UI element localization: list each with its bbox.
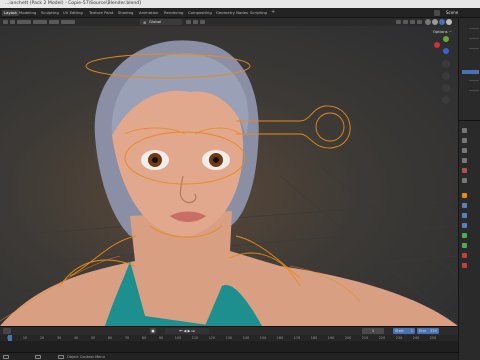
tab-scripting[interactable]: Scripting xyxy=(250,10,267,16)
scene-properties-icon[interactable] xyxy=(462,168,467,173)
tab-modeling[interactable]: Modeling xyxy=(19,10,36,16)
pivot-icon[interactable] xyxy=(186,20,191,24)
gizmo-x-axis-icon[interactable] xyxy=(434,42,440,48)
options-button[interactable]: Options ~ xyxy=(430,28,456,35)
tab-layout[interactable]: Layout xyxy=(2,10,19,16)
world-properties-icon[interactable] xyxy=(462,178,467,183)
solid-shading-icon[interactable] xyxy=(432,19,438,25)
visibility-icon[interactable] xyxy=(396,20,401,24)
add-menu[interactable] xyxy=(49,20,59,24)
end-value: 250 xyxy=(430,329,437,333)
playback-controls[interactable]: ⏮ ◀ ▶ ⏭ xyxy=(165,328,209,334)
timeline-header: ● ⏮ ◀ ▶ ⏭ 1 Start 1 End 250 xyxy=(0,327,458,335)
wireframe-shading-icon[interactable] xyxy=(425,19,431,25)
tab-texture-paint[interactable]: Texture Paint xyxy=(89,10,114,16)
scene-icon[interactable] xyxy=(434,10,440,16)
gizmo-y-axis-icon[interactable] xyxy=(443,36,449,42)
zoom-icon[interactable] xyxy=(442,60,450,68)
physics-properties-icon[interactable] xyxy=(462,223,467,228)
tab-sculpting[interactable]: Sculpting xyxy=(41,10,59,16)
mouse-icon xyxy=(58,355,64,359)
end-frame-field[interactable]: End 250 xyxy=(417,328,439,334)
data-properties-icon[interactable] xyxy=(462,243,467,248)
status-hint: Object Context Menu xyxy=(67,355,105,359)
tool-properties-icon[interactable] xyxy=(462,128,467,133)
start-value: 1 xyxy=(410,329,413,333)
tab-rendering[interactable]: Rendering xyxy=(164,10,183,16)
3d-viewport[interactable]: Options ~ xyxy=(0,26,458,326)
mouse-icon xyxy=(35,355,41,359)
select-menu[interactable] xyxy=(33,20,47,24)
view-layer-properties-icon[interactable] xyxy=(462,158,467,163)
viewport-scene xyxy=(0,40,458,326)
material-properties-icon[interactable] xyxy=(462,253,467,258)
editor-type-icon[interactable] xyxy=(3,20,8,24)
object-properties-icon[interactable] xyxy=(462,193,467,198)
render-properties-icon[interactable] xyxy=(462,138,467,143)
gizmo-icon[interactable] xyxy=(403,20,408,24)
pan-icon[interactable] xyxy=(442,72,450,80)
start-frame-field[interactable]: Start 1 xyxy=(393,328,415,334)
tab-shading[interactable]: Shading xyxy=(118,10,133,16)
orientation-icon: ⊕ xyxy=(143,20,147,25)
status-bar: Object Context Menu xyxy=(0,352,458,360)
constraint-properties-icon[interactable] xyxy=(462,233,467,238)
timeline-editor-icon[interactable] xyxy=(3,328,11,334)
perspective-toggle-icon[interactable] xyxy=(442,96,450,104)
tab-animation[interactable]: Animation xyxy=(139,10,158,16)
properties-panel xyxy=(458,18,480,360)
panel-divider xyxy=(459,120,480,121)
rendered-shading-icon[interactable] xyxy=(446,19,452,25)
modifier-properties-icon[interactable] xyxy=(462,203,467,208)
tab-geometry-nodes[interactable]: Geometry Nodes xyxy=(216,10,248,16)
view-menu[interactable] xyxy=(17,20,31,24)
scene-selector[interactable]: Scene xyxy=(446,10,458,15)
output-properties-icon[interactable] xyxy=(462,148,467,153)
mouse-icon xyxy=(3,355,9,359)
outliner-row[interactable] xyxy=(469,28,479,29)
record-icon[interactable]: ● xyxy=(150,328,156,334)
proportional-edit-icon[interactable] xyxy=(200,20,205,24)
window-title: ...ianchett (Pack 2 Model) - Copie-57\So… xyxy=(5,1,141,6)
tab-compositing[interactable]: Compositing xyxy=(188,10,212,16)
start-label: Start xyxy=(395,329,404,333)
tab-uv-editing[interactable]: UV Editing xyxy=(63,10,83,16)
object-menu[interactable] xyxy=(61,20,75,24)
outliner-selected-row[interactable] xyxy=(462,70,479,74)
add-workspace-button[interactable]: + xyxy=(271,9,275,15)
camera-view-icon[interactable] xyxy=(442,84,450,92)
current-frame-field[interactable]: 1 xyxy=(362,328,384,334)
overlays-icon[interactable] xyxy=(410,20,415,24)
window-title-bar: ...ianchett (Pack 2 Model) - Copie-57\So… xyxy=(0,0,480,8)
outliner-row[interactable] xyxy=(469,80,479,81)
xray-icon[interactable] xyxy=(417,20,422,24)
particle-properties-icon[interactable] xyxy=(462,213,467,218)
outliner-row[interactable] xyxy=(469,48,479,49)
timeline-editor: ● ⏮ ◀ ▶ ⏭ 1 Start 1 End 250 0 10 20 30 4… xyxy=(0,326,458,353)
texture-properties-icon[interactable] xyxy=(462,263,467,268)
material-shading-icon[interactable] xyxy=(439,19,445,25)
workspace-tabs-bar: Layout Modeling Sculpting UV Editing Tex… xyxy=(0,8,480,18)
viewport-header: Global ⊕ xyxy=(0,18,458,26)
gizmo-z-axis-icon[interactable] xyxy=(443,48,449,54)
object-mode-icon[interactable] xyxy=(10,20,15,24)
outliner-row[interactable] xyxy=(469,38,479,39)
snap-icon[interactable] xyxy=(193,20,198,24)
outliner-row[interactable] xyxy=(469,90,479,91)
end-label: End xyxy=(419,329,426,333)
